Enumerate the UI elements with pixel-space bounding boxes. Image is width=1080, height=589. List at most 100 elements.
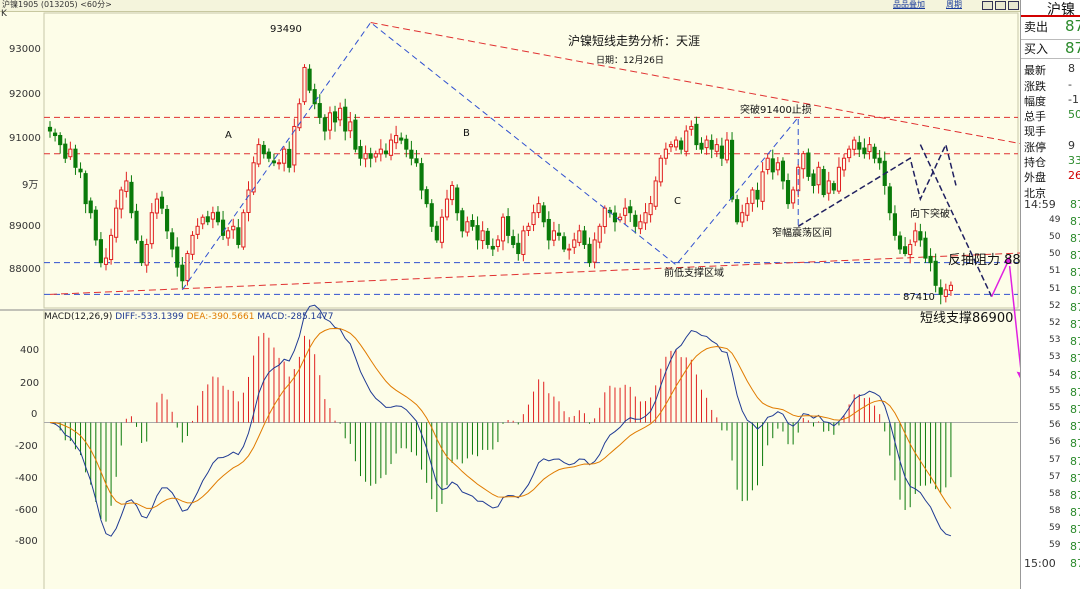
tick-price: 87 xyxy=(1070,420,1080,434)
candle-body xyxy=(205,216,210,223)
candle-body xyxy=(465,221,470,233)
candle-body xyxy=(918,231,923,241)
tick-time: 53 xyxy=(1049,334,1061,345)
candle-body xyxy=(699,142,704,150)
candle-body xyxy=(765,157,770,171)
candle-body xyxy=(653,180,658,207)
quote-divider xyxy=(1021,58,1080,59)
candle-body xyxy=(256,144,261,165)
candle-body xyxy=(271,160,277,164)
quote-value: 87 xyxy=(1065,39,1080,57)
quote-label: 外盘 xyxy=(1024,171,1046,184)
candle-body xyxy=(602,207,607,228)
candle-body xyxy=(363,153,368,160)
candle-body xyxy=(307,68,312,91)
tick-price: 87 xyxy=(1070,317,1080,331)
candle-body xyxy=(943,289,948,297)
candle-body xyxy=(414,158,419,164)
candle-body xyxy=(83,173,88,205)
quote-divider xyxy=(1021,39,1080,40)
candle-body xyxy=(434,225,439,241)
candle-body xyxy=(236,227,241,245)
tick-price: 87 xyxy=(1070,369,1080,382)
candle-body xyxy=(638,221,643,230)
candle-body xyxy=(623,207,628,216)
candle-body xyxy=(231,225,236,231)
candle-body xyxy=(801,153,806,170)
candle-body xyxy=(948,284,953,292)
candle-body xyxy=(399,137,404,141)
quote-value: 87 xyxy=(1065,17,1080,35)
candle-body xyxy=(210,212,215,220)
macd-tick-label: -200 xyxy=(15,441,38,452)
candle-body xyxy=(139,240,144,264)
candle-body xyxy=(470,220,475,227)
candle-body xyxy=(643,212,648,224)
macd-tick-label: 200 xyxy=(20,378,40,389)
candle-body xyxy=(770,158,775,173)
candle-body xyxy=(47,126,53,132)
wave-path xyxy=(181,21,799,291)
candle-body xyxy=(714,144,719,152)
candle-body xyxy=(892,213,897,236)
macd-tick-label: -400 xyxy=(15,473,38,484)
candle-body xyxy=(551,230,556,241)
y-tick-label: 88000 xyxy=(9,264,41,275)
tick-price: 87 xyxy=(1070,334,1080,348)
tick-time: 55 xyxy=(1049,403,1061,414)
tick-time: 59 xyxy=(1049,522,1061,533)
candle-body xyxy=(663,148,668,159)
candle-body xyxy=(485,230,490,245)
candle-body xyxy=(516,242,521,255)
candle-body xyxy=(98,239,103,264)
tick-time: 56 xyxy=(1049,437,1061,448)
candle-body xyxy=(338,107,343,121)
kline-chart[interactable] xyxy=(0,0,1020,589)
candle-body xyxy=(475,225,480,241)
candle-body xyxy=(68,148,73,158)
tick-price: 87 xyxy=(1070,283,1080,297)
candle-body xyxy=(144,243,149,266)
candle-body xyxy=(383,150,389,155)
candle-body xyxy=(495,239,500,247)
candle-body xyxy=(246,189,251,213)
tick-price: 87 xyxy=(1070,249,1080,263)
candle-body xyxy=(679,140,684,150)
macd-tick-label: -600 xyxy=(15,505,38,516)
candle-body xyxy=(572,239,577,248)
quote-label: 卖出 xyxy=(1024,20,1049,34)
candle-body xyxy=(908,243,913,256)
candle-body xyxy=(587,243,592,264)
candle-body xyxy=(562,236,567,250)
candle-body xyxy=(577,230,582,243)
tick-time: 15:00 xyxy=(1024,557,1056,571)
support-zone-label: 前低支撑区域 xyxy=(664,268,724,279)
tick-price: 87 xyxy=(1070,198,1080,211)
quote-value: -1 xyxy=(1068,93,1079,106)
tick-price: 87 xyxy=(1070,557,1080,571)
candle-body xyxy=(276,162,282,165)
y-tick-label: 93000 xyxy=(9,44,41,55)
tick-time: 54 xyxy=(1049,369,1061,379)
candle-body xyxy=(806,152,811,177)
quote-panel: 沪镍 卖出87买入87最新8涨跌-幅度-1总手50现手涨停9持仓33外盘26北京… xyxy=(1020,0,1080,589)
candle-body xyxy=(220,219,226,236)
tick-time: 49 xyxy=(1049,215,1061,226)
axis-corner-label: K xyxy=(1,9,7,19)
candle-body xyxy=(154,198,159,214)
candle-body xyxy=(684,130,689,152)
wave-b-label: B xyxy=(463,128,470,139)
candle-body xyxy=(887,186,892,214)
tick-price: 87 xyxy=(1070,266,1080,280)
candle-body xyxy=(450,184,455,201)
candle-body xyxy=(500,216,506,242)
candle-body xyxy=(836,166,842,192)
candle-body xyxy=(444,198,450,218)
candle-body xyxy=(73,148,78,168)
candle-body xyxy=(780,160,786,182)
candle-body xyxy=(175,246,180,268)
candle-body xyxy=(226,230,231,239)
candle-body xyxy=(241,212,246,248)
y-tick-label: 92000 xyxy=(9,89,41,100)
y-tick-label: 89000 xyxy=(9,221,41,232)
